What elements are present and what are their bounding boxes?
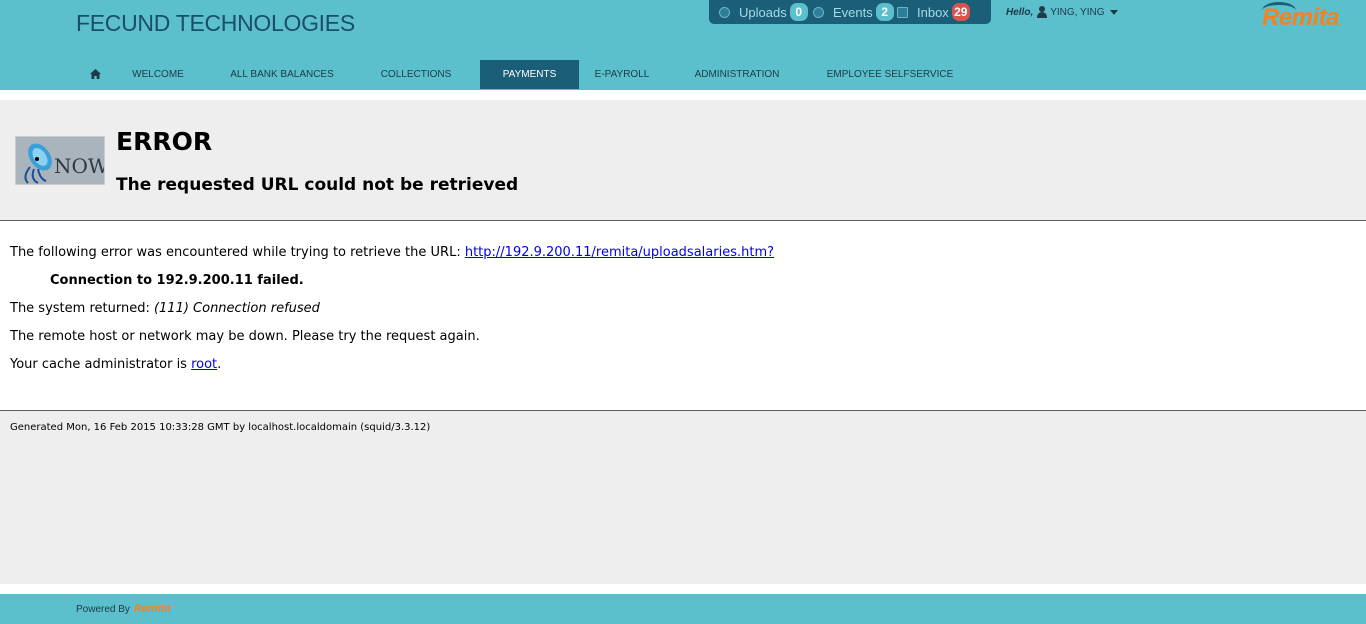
system-returned-line: The system returned: (111) Connection re…: [10, 301, 320, 316]
admin-suffix: .: [217, 357, 222, 372]
nav-all-bank-balances[interactable]: ALL BANK BALANCES: [214, 60, 350, 89]
error-frame: NOW ERROR The requested URL could not be…: [0, 100, 1366, 584]
error-body: The following error was encountered whil…: [0, 221, 1366, 411]
events-label: Events: [833, 4, 873, 20]
powered-by-label: Powered By: [76, 603, 130, 615]
events-count-badge: 2: [875, 3, 894, 21]
user-icon: [1036, 6, 1048, 19]
squid-now-logo: NOW: [15, 136, 105, 185]
nav-welcome[interactable]: WELCOME: [118, 60, 198, 89]
main-nav: WELCOME ALL BANK BALANCES COLLECTIONS PA…: [0, 60, 1366, 89]
inbox-link[interactable]: Inbox 29: [897, 0, 970, 24]
inbox-count-badge: 29: [951, 3, 970, 21]
nav-employee-selfservice[interactable]: EMPLOYEE SELFSERVICE: [812, 60, 968, 89]
uploads-count-badge: 0: [789, 3, 808, 21]
generated-footer-text: Generated Mon, 16 Feb 2015 10:33:28 GMT …: [10, 422, 431, 433]
system-returned-label: The system returned:: [10, 301, 154, 316]
remita-logo: Remita: [1262, 4, 1340, 31]
error-failure-line: Connection to 192.9.200.11 failed.: [50, 273, 304, 288]
app-footer: Powered By Remita: [0, 594, 1366, 624]
greeting-text: Hello,: [1006, 7, 1034, 18]
error-heading: ERROR: [116, 127, 213, 156]
nav-e-payroll[interactable]: E-PAYROLL: [583, 60, 661, 89]
nav-collections[interactable]: COLLECTIONS: [366, 60, 466, 89]
user-name: YING, YING: [1050, 7, 1105, 18]
home-icon[interactable]: [90, 69, 101, 79]
remita-footer-logo: Remita: [133, 603, 171, 615]
user-menu[interactable]: Hello, YING, YING: [1006, 6, 1118, 19]
error-subheading: The requested URL could not be retrieved: [116, 175, 519, 195]
error-title-box: NOW ERROR The requested URL could not be…: [0, 100, 1366, 221]
events-link[interactable]: Events 2: [813, 0, 894, 24]
app-header: FECUND TECHNOLOGIES Uploads 0 Events 2 I…: [0, 0, 1366, 90]
error-intro-text: The following error was encountered whil…: [10, 245, 465, 260]
upload-icon: [719, 6, 730, 18]
inbox-label: Inbox: [917, 4, 949, 20]
uploads-label: Uploads: [739, 4, 787, 20]
caret-down-icon: [1109, 10, 1118, 15]
advice-line: The remote host or network may be down. …: [10, 329, 480, 344]
error-failure-text: Connection to 192.9.200.11 failed.: [50, 273, 304, 288]
svg-text:NOW: NOW: [54, 154, 105, 178]
admin-label: Your cache administrator is: [10, 357, 192, 372]
admin-link[interactable]: root: [191, 357, 217, 372]
system-returned-value: (111) Connection refused: [153, 301, 320, 316]
company-name: FECUND TECHNOLOGIES: [76, 10, 355, 36]
nav-payments[interactable]: PAYMENTS: [480, 60, 579, 89]
uploads-link[interactable]: Uploads 0: [719, 0, 808, 24]
error-url-link[interactable]: http://192.9.200.11/remita/uploadsalarie…: [465, 245, 774, 260]
admin-line: Your cache administrator is root.: [10, 357, 221, 372]
events-icon: [813, 6, 824, 18]
inbox-icon: [897, 6, 908, 18]
notification-bar: Uploads 0 Events 2 Inbox 29: [709, 0, 991, 24]
error-intro-line: The following error was encountered whil…: [10, 245, 774, 260]
nav-administration[interactable]: ADMINISTRATION: [678, 60, 796, 89]
powered-by: Powered By Remita: [76, 603, 171, 615]
